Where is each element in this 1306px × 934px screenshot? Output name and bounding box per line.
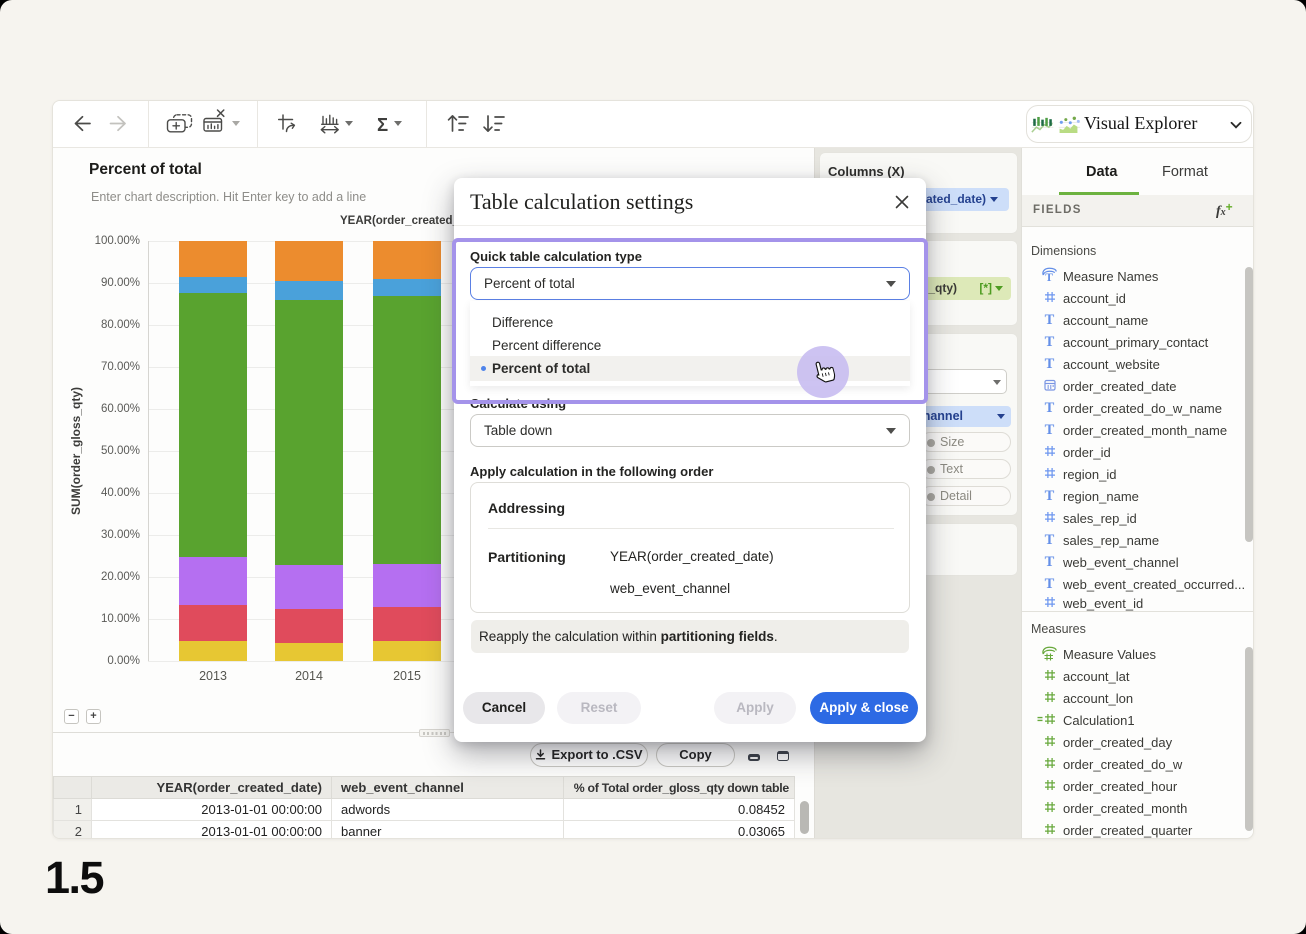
svg-text:T: T — [1045, 272, 1053, 282]
svg-text:Σ: Σ — [377, 114, 388, 135]
